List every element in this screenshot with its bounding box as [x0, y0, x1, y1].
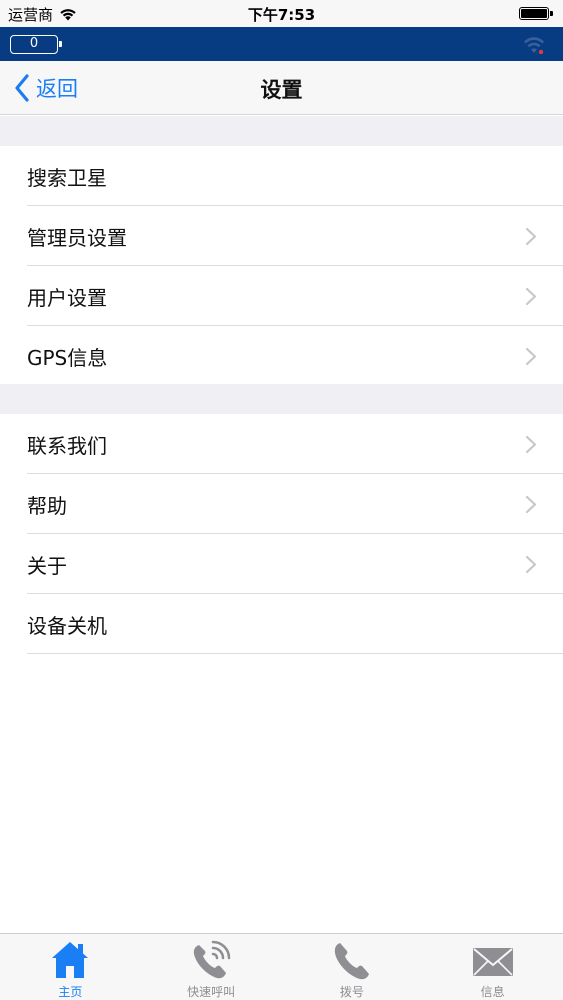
tab-label: 快速呼叫	[187, 985, 236, 999]
settings-item-label: 搜索卫星	[27, 166, 107, 190]
chevron-right-icon	[525, 495, 537, 514]
settings-section-device: 搜索卫星 管理员设置 用户设置 GPS信息	[0, 146, 563, 386]
settings-item-about[interactable]: 关于	[27, 534, 563, 594]
phone-ringing-icon	[193, 940, 231, 979]
settings-item-label: 用户设置	[27, 286, 107, 310]
settings-item-gps-info[interactable]: GPS信息	[27, 326, 563, 386]
settings-item-admin-settings[interactable]: 管理员设置	[27, 206, 563, 266]
settings-item-label: 管理员设置	[27, 226, 127, 250]
navigation-bar: 返回 设置	[0, 61, 563, 115]
envelope-icon	[472, 948, 513, 976]
chevron-right-icon	[525, 287, 537, 306]
settings-item-help[interactable]: 帮助	[27, 474, 563, 534]
phone-icon	[334, 943, 369, 980]
chevron-right-icon	[525, 555, 537, 574]
settings-item-label: 联系我们	[27, 434, 107, 458]
device-battery-indicator: 0	[10, 35, 62, 54]
settings-item-device-shutdown[interactable]: 设备关机	[27, 594, 563, 654]
page-title: 设置	[260, 78, 303, 102]
tab-label: 主页	[58, 985, 83, 999]
wifi-signal-icon	[524, 37, 544, 55]
chevron-right-icon	[525, 435, 537, 454]
chevron-right-icon	[525, 347, 537, 366]
tab-home[interactable]: 主页	[0, 934, 141, 1000]
tab-messages[interactable]: 信息	[422, 934, 563, 1000]
chevron-right-icon	[525, 227, 537, 246]
tab-label: 信息	[480, 985, 505, 999]
battery-icon	[519, 7, 553, 20]
tab-dial[interactable]: 拨号	[282, 934, 423, 1000]
settings-item-label: 设备关机	[27, 614, 107, 638]
settings-item-user-settings[interactable]: 用户设置	[27, 266, 563, 326]
device-status-bar: 0	[0, 27, 563, 61]
section-gap	[0, 384, 563, 414]
status-time: 下午7:53	[247, 6, 316, 24]
settings-item-label: GPS信息	[27, 346, 108, 370]
settings-item-label: 关于	[27, 554, 67, 578]
section-gap	[0, 116, 563, 146]
settings-item-search-satellite[interactable]: 搜索卫星	[27, 146, 563, 206]
settings-item-contact-us[interactable]: 联系我们	[27, 414, 563, 474]
tab-quick-call[interactable]: 快速呼叫	[141, 934, 282, 1000]
home-icon	[52, 942, 89, 978]
status-bar: 运营商 下午7:53	[0, 0, 563, 27]
tab-bar: 主页 快速呼叫 拨号 信息	[0, 933, 563, 1000]
settings-section-support: 联系我们 帮助 关于 设备关机	[0, 414, 563, 654]
settings-item-label: 帮助	[27, 494, 67, 518]
tab-label: 拨号	[339, 985, 364, 999]
